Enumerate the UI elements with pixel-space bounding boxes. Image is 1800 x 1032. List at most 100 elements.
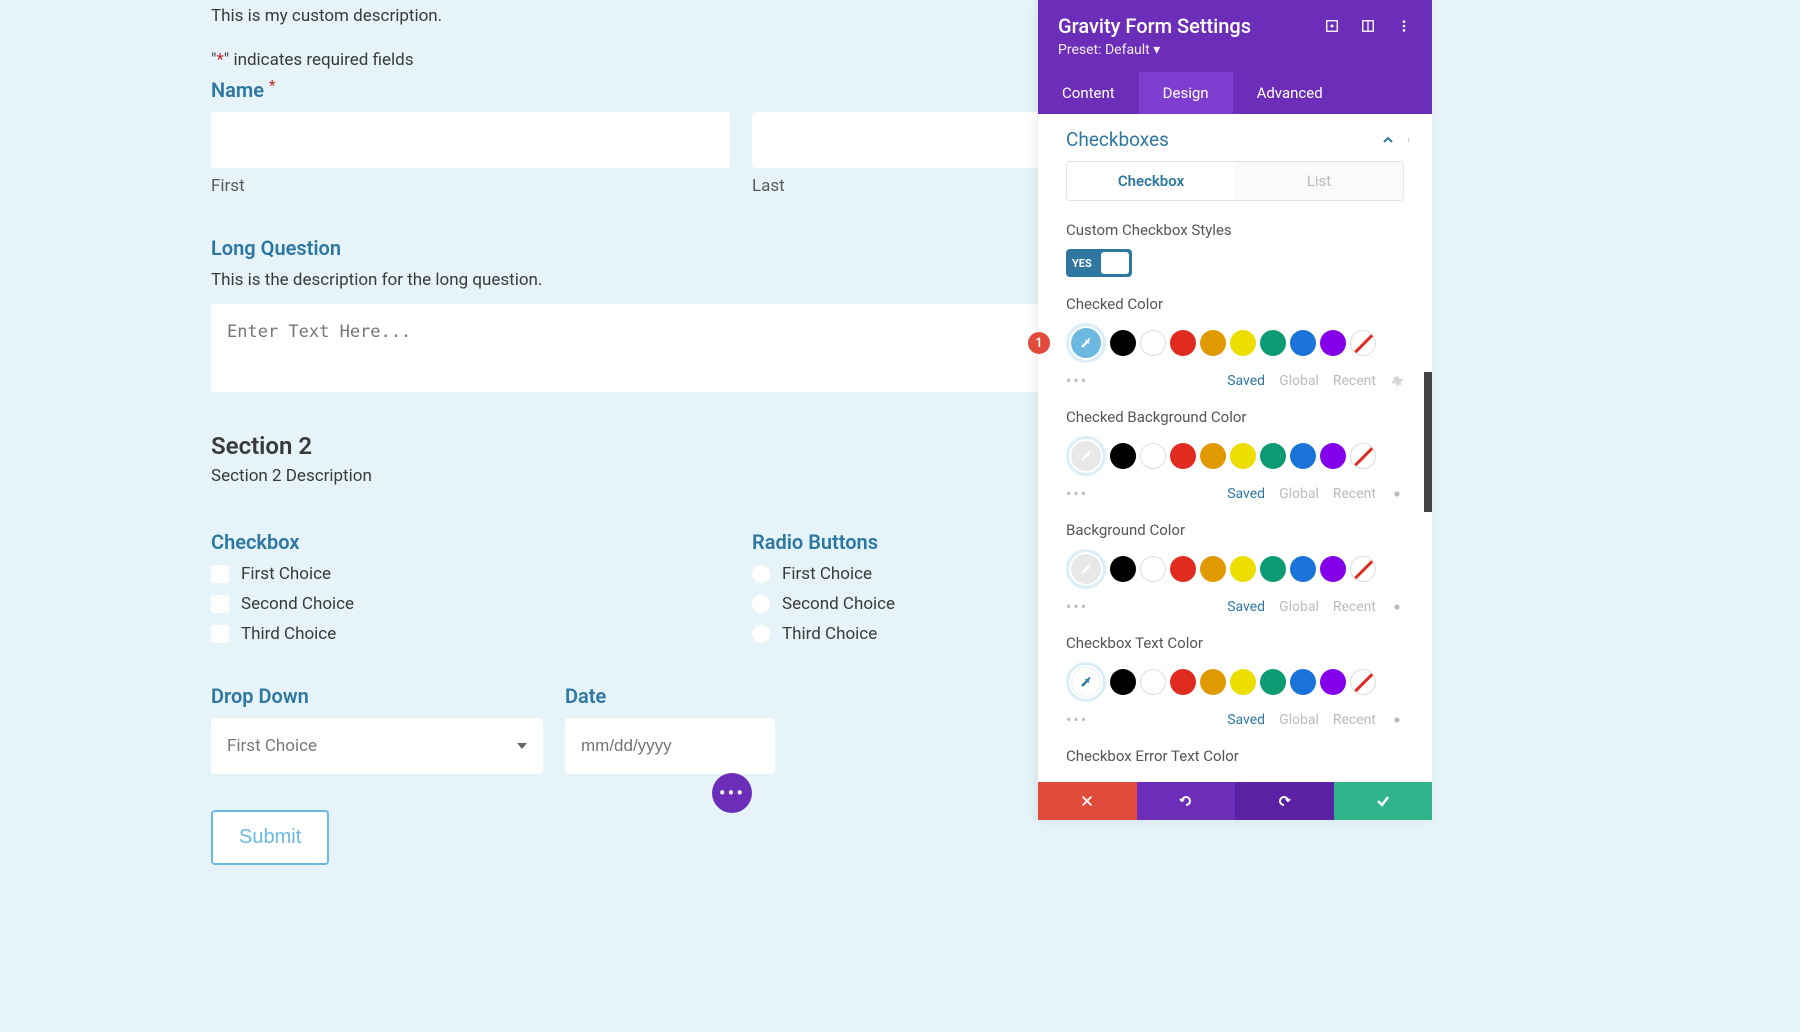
- date-input[interactable]: [565, 718, 775, 774]
- swatch-transparent[interactable]: [1350, 669, 1376, 695]
- checkbox-choice[interactable]: First Choice: [211, 564, 730, 584]
- global-link[interactable]: Global: [1279, 599, 1319, 615]
- preset-label[interactable]: Preset: Default ▾: [1058, 42, 1412, 58]
- scrollbar-thumb[interactable]: [1424, 372, 1432, 512]
- swatch-transparent[interactable]: [1350, 556, 1376, 582]
- swatch-blue[interactable]: [1290, 669, 1316, 695]
- custom-styles-label: Custom Checkbox Styles: [1066, 221, 1404, 239]
- gear-icon[interactable]: [1390, 713, 1404, 727]
- more-options-fab[interactable]: •••: [712, 773, 752, 813]
- saved-link[interactable]: Saved: [1227, 599, 1265, 615]
- color-picker-button[interactable]: [1066, 662, 1106, 702]
- radio-icon: [752, 625, 770, 643]
- swatch-green[interactable]: [1260, 330, 1286, 356]
- swatch-black[interactable]: [1110, 443, 1136, 469]
- swatch-yellow[interactable]: [1230, 669, 1256, 695]
- dropdown-select[interactable]: First Choice: [211, 718, 543, 774]
- checked-color-label: Checked Color: [1066, 295, 1404, 313]
- saved-link[interactable]: Saved: [1227, 712, 1265, 728]
- swatch-purple[interactable]: [1320, 556, 1346, 582]
- columns-icon[interactable]: [1360, 18, 1376, 34]
- tab-advanced[interactable]: Advanced: [1233, 72, 1347, 114]
- step-badge-1: 1: [1028, 332, 1050, 354]
- close-button[interactable]: [1038, 782, 1137, 820]
- swatch-blue[interactable]: [1290, 443, 1316, 469]
- global-link[interactable]: Global: [1279, 712, 1319, 728]
- first-name-input[interactable]: [211, 112, 730, 168]
- swatch-blue[interactable]: [1290, 330, 1316, 356]
- tab-content[interactable]: Content: [1038, 72, 1139, 114]
- swatch-blue[interactable]: [1290, 556, 1316, 582]
- redo-button[interactable]: [1235, 782, 1334, 820]
- swatch-red[interactable]: [1170, 330, 1196, 356]
- custom-styles-toggle[interactable]: YES: [1066, 249, 1132, 277]
- swatch-orange[interactable]: [1200, 443, 1226, 469]
- swatch-transparent[interactable]: [1350, 330, 1376, 356]
- submit-button[interactable]: Submit: [211, 810, 329, 865]
- swatch-yellow[interactable]: [1230, 443, 1256, 469]
- undo-button[interactable]: [1137, 782, 1236, 820]
- checkbox-label: Checkbox: [211, 530, 730, 554]
- checked-bg-color-label: Checked Background Color: [1066, 408, 1404, 426]
- kebab-menu-icon[interactable]: [1408, 133, 1412, 147]
- checkbox-icon: [211, 625, 229, 643]
- swatch-red[interactable]: [1170, 669, 1196, 695]
- save-button[interactable]: [1334, 782, 1433, 820]
- swatch-orange[interactable]: [1200, 669, 1226, 695]
- date-label: Date: [565, 684, 775, 708]
- gear-icon[interactable]: [1390, 600, 1404, 614]
- gear-icon[interactable]: [1390, 374, 1404, 388]
- swatch-green[interactable]: [1260, 556, 1286, 582]
- global-link[interactable]: Global: [1279, 486, 1319, 502]
- swatch-black[interactable]: [1110, 330, 1136, 356]
- swatch-green[interactable]: [1260, 669, 1286, 695]
- swatch-orange[interactable]: [1200, 556, 1226, 582]
- tab-design[interactable]: Design: [1139, 72, 1233, 114]
- expand-icon[interactable]: [1324, 18, 1340, 34]
- checkbox-icon: [211, 595, 229, 613]
- saved-link[interactable]: Saved: [1227, 486, 1265, 502]
- swatch-purple[interactable]: [1320, 443, 1346, 469]
- swatch-black[interactable]: [1110, 556, 1136, 582]
- text-color-label: Checkbox Text Color: [1066, 634, 1404, 652]
- swatch-orange[interactable]: [1200, 330, 1226, 356]
- recent-link[interactable]: Recent: [1333, 712, 1376, 728]
- checkbox-choice[interactable]: Second Choice: [211, 594, 730, 614]
- more-swatches-icon[interactable]: •••: [1066, 597, 1088, 616]
- color-picker-button[interactable]: [1066, 436, 1106, 476]
- recent-link[interactable]: Recent: [1333, 486, 1376, 502]
- swatch-yellow[interactable]: [1230, 556, 1256, 582]
- more-swatches-icon[interactable]: •••: [1066, 710, 1088, 729]
- subtab-checkbox[interactable]: Checkbox: [1067, 162, 1235, 200]
- swatch-purple[interactable]: [1320, 669, 1346, 695]
- more-swatches-icon[interactable]: •••: [1066, 484, 1088, 503]
- global-link[interactable]: Global: [1279, 373, 1319, 389]
- swatch-yellow[interactable]: [1230, 330, 1256, 356]
- panel-title: Gravity Form Settings: [1058, 14, 1251, 38]
- checkbox-choice[interactable]: Third Choice: [211, 624, 730, 644]
- section-checkboxes-title[interactable]: Checkboxes: [1066, 128, 1169, 151]
- color-picker-button[interactable]: [1066, 323, 1106, 363]
- swatch-white[interactable]: [1140, 556, 1166, 582]
- settings-panel: Gravity Form Settings Preset: Default ▾ …: [1038, 0, 1432, 820]
- swatch-black[interactable]: [1110, 669, 1136, 695]
- swatch-white[interactable]: [1140, 443, 1166, 469]
- swatch-red[interactable]: [1170, 556, 1196, 582]
- recent-link[interactable]: Recent: [1333, 373, 1376, 389]
- swatch-red[interactable]: [1170, 443, 1196, 469]
- checkbox-icon: [211, 565, 229, 583]
- chevron-up-icon[interactable]: [1382, 134, 1394, 146]
- recent-link[interactable]: Recent: [1333, 599, 1376, 615]
- swatch-white[interactable]: [1140, 330, 1166, 356]
- swatch-transparent[interactable]: [1350, 443, 1376, 469]
- saved-link[interactable]: Saved: [1227, 373, 1265, 389]
- kebab-menu-icon[interactable]: [1396, 18, 1412, 34]
- more-swatches-icon[interactable]: •••: [1066, 371, 1088, 390]
- gear-icon[interactable]: [1390, 487, 1404, 501]
- subtab-list[interactable]: List: [1235, 162, 1403, 200]
- swatch-green[interactable]: [1260, 443, 1286, 469]
- swatch-purple[interactable]: [1320, 330, 1346, 356]
- swatch-white[interactable]: [1140, 669, 1166, 695]
- bg-color-label: Background Color: [1066, 521, 1404, 539]
- color-picker-button[interactable]: [1066, 549, 1106, 589]
